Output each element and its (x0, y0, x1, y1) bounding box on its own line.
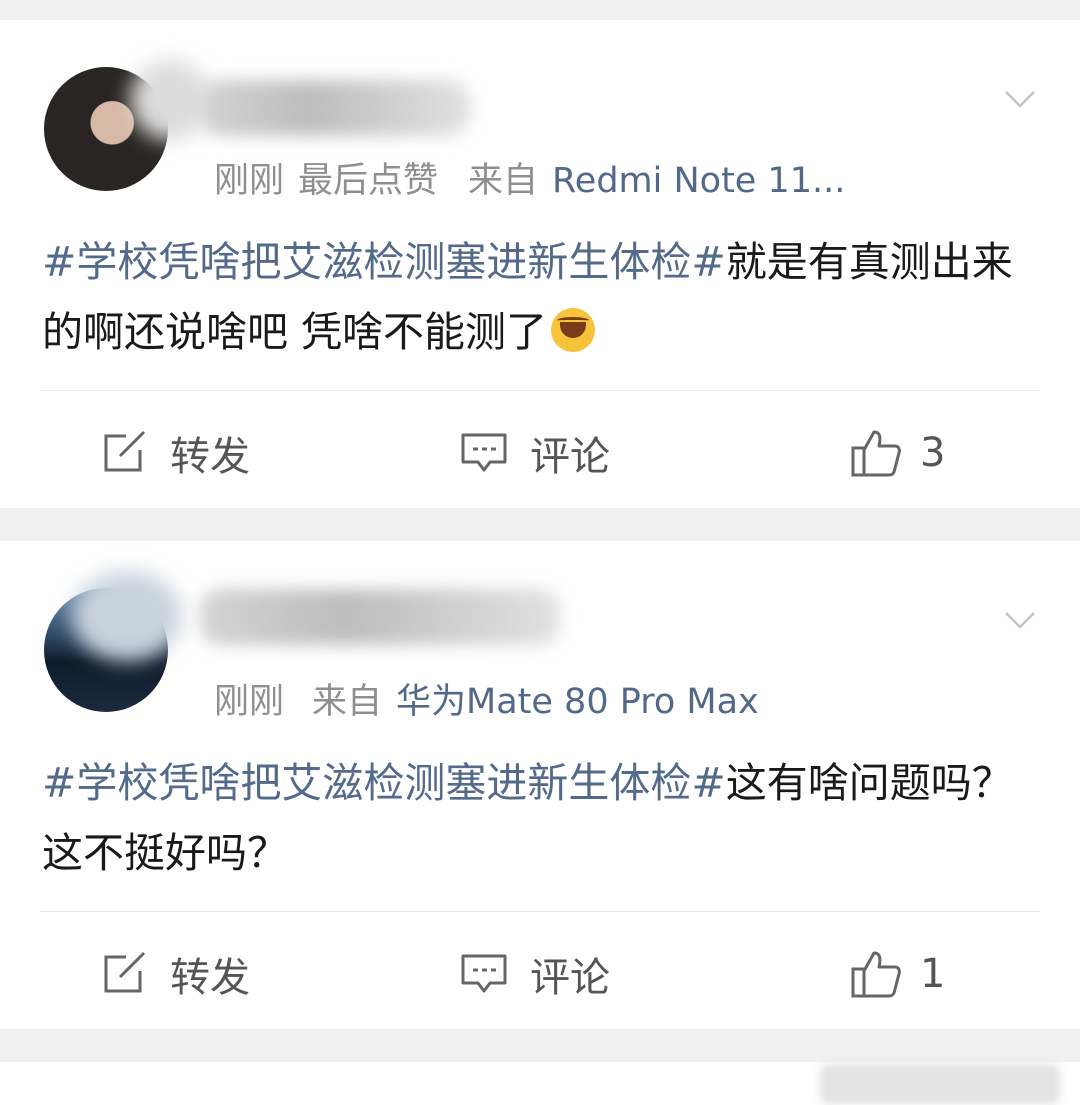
repost-label: 转发 (170, 955, 250, 1001)
image-preview-partial[interactable] (820, 1064, 1060, 1104)
like-button[interactable]: 3 (850, 428, 945, 478)
laughing-tears-emoji-icon (551, 308, 596, 352)
thumbs-up-icon (851, 951, 901, 998)
like-count: 3 (920, 430, 946, 476)
divider (40, 911, 1040, 912)
repost-icon (104, 430, 146, 472)
username-blurred[interactable] (200, 80, 470, 136)
repost-icon (104, 951, 146, 993)
hashtag-link[interactable]: #学校凭啥把艾滋检测塞进新生体检# (42, 759, 726, 807)
from-label: 来自 (468, 161, 539, 201)
comment-label: 评论 (530, 955, 610, 1001)
hashtag-link[interactable]: #学校凭啥把艾滋检测塞进新生体检# (42, 238, 726, 286)
post-meta: 刚刚 最后点赞 来自 Redmi Note 11... (214, 152, 845, 203)
post-card: 刚刚 最后点赞 来自 Redmi Note 11... #学校凭啥把艾滋检测塞进新生体… (0, 20, 1080, 508)
post-card: 刚刚 来自 华为Mate 80 Pro Max #学校凭啥把艾滋检测塞进新生体检#这… (0, 541, 1080, 1029)
comment-icon (461, 954, 507, 993)
divider (40, 390, 1040, 391)
chevron-down-icon[interactable] (1004, 603, 1036, 635)
post-meta: 刚刚 来自 华为Mate 80 Pro Max (214, 673, 759, 724)
device-source[interactable]: Redmi Note 11... (552, 161, 845, 201)
comment-label: 评论 (530, 434, 610, 480)
avatar-blur-mask (72, 571, 182, 661)
last-like-label: 最后点赞 (298, 161, 439, 201)
post-time: 刚刚 (214, 682, 285, 722)
thumbs-up-icon (851, 430, 901, 477)
username-blurred[interactable] (200, 589, 560, 645)
repost-button[interactable]: 转发 (100, 949, 250, 1001)
avatar-blur-mask (130, 60, 210, 140)
post-card-partial (0, 1062, 1080, 1105)
comment-button[interactable]: 评论 (460, 949, 610, 1001)
like-count: 1 (920, 951, 946, 997)
post-time: 刚刚 (214, 161, 285, 201)
device-source[interactable]: 华为Mate 80 Pro Max (396, 682, 759, 722)
post-content: #学校凭啥把艾滋检测塞进新生体检#就是有真测出来的啊还说啥吧 凭啥不能测了 (42, 227, 1042, 367)
from-label: 来自 (312, 682, 383, 722)
comment-button[interactable]: 评论 (460, 428, 610, 480)
comment-icon (461, 433, 507, 472)
post-content: #学校凭啥把艾滋检测塞进新生体检#这有啥问题吗？这不挺好吗？ (42, 748, 1042, 888)
chevron-down-icon[interactable] (1004, 82, 1036, 114)
repost-label: 转发 (170, 434, 250, 480)
repost-button[interactable]: 转发 (100, 428, 250, 480)
like-button[interactable]: 1 (850, 949, 945, 999)
